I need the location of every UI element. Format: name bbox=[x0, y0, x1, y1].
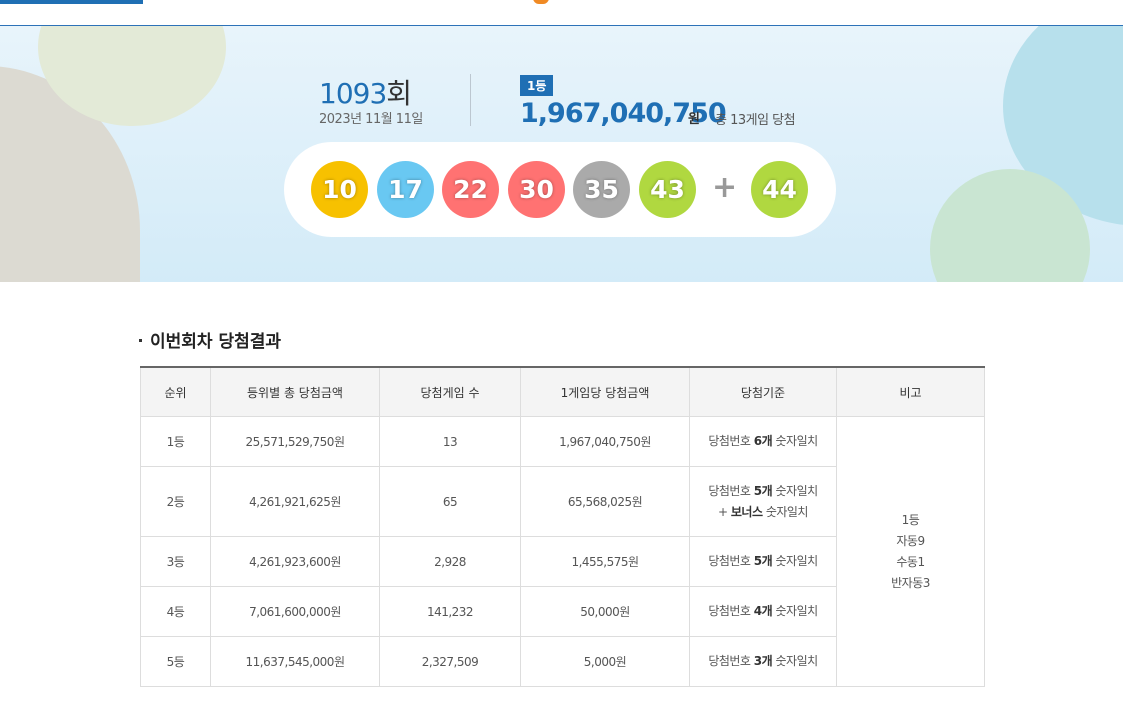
cell-criteria: 당첨번호 3개 숫자일치 bbox=[689, 636, 837, 687]
cell-criteria: 당첨번호 5개 숫자일치 + 보너스 숫자일치 bbox=[689, 466, 837, 537]
winning-ball: 35 bbox=[573, 161, 630, 218]
cell-total-prize: 7,061,600,000원 bbox=[210, 586, 380, 637]
header-winning-games: 당첨게임 수 bbox=[379, 366, 521, 417]
bonus-ball: 44 bbox=[751, 161, 808, 218]
cell-prize-per-game: 50,000원 bbox=[520, 586, 690, 637]
criteria-line: + 보너스 숫자일치 bbox=[691, 502, 835, 523]
cell-criteria: 당첨번호 4개 숫자일치 bbox=[689, 586, 837, 637]
criteria-line: 당첨번호 5개 숫자일치 bbox=[691, 481, 835, 502]
section-title-text: 이번회차 당첨결과 bbox=[150, 332, 282, 352]
header-rank: 순위 bbox=[140, 366, 211, 417]
cell-prize-per-game: 5,000원 bbox=[520, 636, 690, 687]
cell-total-prize: 11,637,545,000원 bbox=[210, 636, 380, 687]
cell-prize-per-game: 1,967,040,750원 bbox=[520, 416, 690, 467]
criteria-text: 숫자일치 bbox=[772, 654, 819, 668]
criteria-count: 3개 bbox=[753, 654, 773, 668]
cell-rank: 5등 bbox=[140, 636, 211, 687]
criteria-text: + bbox=[718, 504, 731, 519]
cell-rank: 4등 bbox=[140, 586, 211, 637]
criteria-text: 당첨번호 bbox=[708, 434, 754, 448]
active-menu-indicator bbox=[0, 0, 143, 4]
cell-total-prize: 4,261,921,625원 bbox=[210, 466, 380, 537]
prize-results-table: 순위 등위별 총 당첨금액 당첨게임 수 1게임당 당첨금액 당첨기준 비고 1… bbox=[140, 366, 985, 687]
criteria-text: 당첨번호 bbox=[708, 554, 754, 568]
criteria-text: 숫자일치 bbox=[762, 504, 809, 519]
winning-ball: 17 bbox=[377, 161, 434, 218]
draw-result-banner: 1093회 2023년 11월 11일 1등 1,967,040,750 원 총… bbox=[0, 26, 1123, 282]
winner-count-text: 총 13게임 당첨 bbox=[715, 113, 796, 128]
criteria-count: 5개 bbox=[753, 554, 773, 568]
cell-winning-games: 65 bbox=[379, 466, 521, 537]
criteria-bonus: 보너스 bbox=[730, 504, 763, 519]
criteria-count: 5개 bbox=[753, 483, 773, 498]
header-prize-per-game: 1게임당 당첨금액 bbox=[520, 366, 690, 417]
header-criteria: 당첨기준 bbox=[689, 366, 837, 417]
cell-total-prize: 25,571,529,750원 bbox=[210, 416, 380, 467]
draw-number-suffix: 회 bbox=[386, 77, 412, 110]
header-total-prize: 등위별 총 당첨금액 bbox=[210, 366, 380, 417]
cell-total-prize: 4,261,923,600원 bbox=[210, 536, 380, 587]
table-header-row: 순위 등위별 총 당첨금액 당첨게임 수 1게임당 당첨금액 당첨기준 비고 bbox=[140, 366, 985, 417]
cell-rank: 1등 bbox=[140, 416, 211, 467]
cell-winning-games: 2,327,509 bbox=[379, 636, 521, 687]
cell-prize-per-game: 65,568,025원 bbox=[520, 466, 690, 537]
cell-note: 1등 자동9 수동1 반자동3 bbox=[836, 416, 985, 687]
note-line: 반자동3 bbox=[891, 575, 930, 590]
bullet-icon bbox=[139, 338, 142, 342]
header-note: 비고 bbox=[836, 366, 985, 417]
note-line: 수동1 bbox=[896, 554, 925, 569]
winning-numbers-panel: 10 17 22 30 35 43 + 44 bbox=[284, 142, 836, 237]
criteria-count: 4개 bbox=[753, 604, 773, 618]
criteria-text: 숫자일치 bbox=[772, 434, 819, 448]
cell-prize-per-game: 1,455,575원 bbox=[520, 536, 690, 587]
criteria-count: 6개 bbox=[753, 434, 773, 448]
cell-rank: 3등 bbox=[140, 536, 211, 587]
winning-ball: 10 bbox=[311, 161, 368, 218]
cell-rank: 2등 bbox=[140, 466, 211, 537]
cell-winning-games: 2,928 bbox=[379, 536, 521, 587]
vertical-divider bbox=[470, 74, 471, 126]
table-row: 1등 25,571,529,750원 13 1,967,040,750원 당첨번… bbox=[140, 416, 985, 687]
criteria-text: 당첨번호 bbox=[708, 654, 754, 668]
criteria-text: 숫자일치 bbox=[772, 483, 819, 498]
draw-number: 1093회 bbox=[319, 72, 412, 112]
cell-criteria: 당첨번호 6개 숫자일치 bbox=[689, 416, 837, 467]
winning-ball: 22 bbox=[442, 161, 499, 218]
rank-badge: 1등 bbox=[520, 75, 554, 96]
top-navigation-bar bbox=[0, 0, 1123, 26]
cell-winning-games: 13 bbox=[379, 416, 521, 467]
draw-number-value: 1093 bbox=[319, 77, 387, 110]
criteria-text: 숫자일치 bbox=[772, 554, 819, 568]
note-line: 1등 bbox=[901, 512, 920, 527]
draw-date: 2023년 11월 11일 bbox=[319, 112, 423, 127]
winning-ball: 43 bbox=[639, 161, 696, 218]
cell-criteria: 당첨번호 5개 숫자일치 bbox=[689, 536, 837, 587]
note-line: 자동9 bbox=[896, 533, 925, 548]
prize-unit: 원 bbox=[688, 112, 700, 127]
criteria-text: 당첨번호 bbox=[708, 604, 754, 618]
section-title: 이번회차 당첨결과 bbox=[139, 327, 281, 352]
criteria-text: 당첨번호 bbox=[708, 483, 754, 498]
criteria-text: 숫자일치 bbox=[772, 604, 819, 618]
winning-ball: 30 bbox=[508, 161, 565, 218]
logo-fragment-icon bbox=[533, 0, 549, 4]
plus-icon: + bbox=[712, 170, 738, 205]
cell-winning-games: 141,232 bbox=[379, 586, 521, 637]
